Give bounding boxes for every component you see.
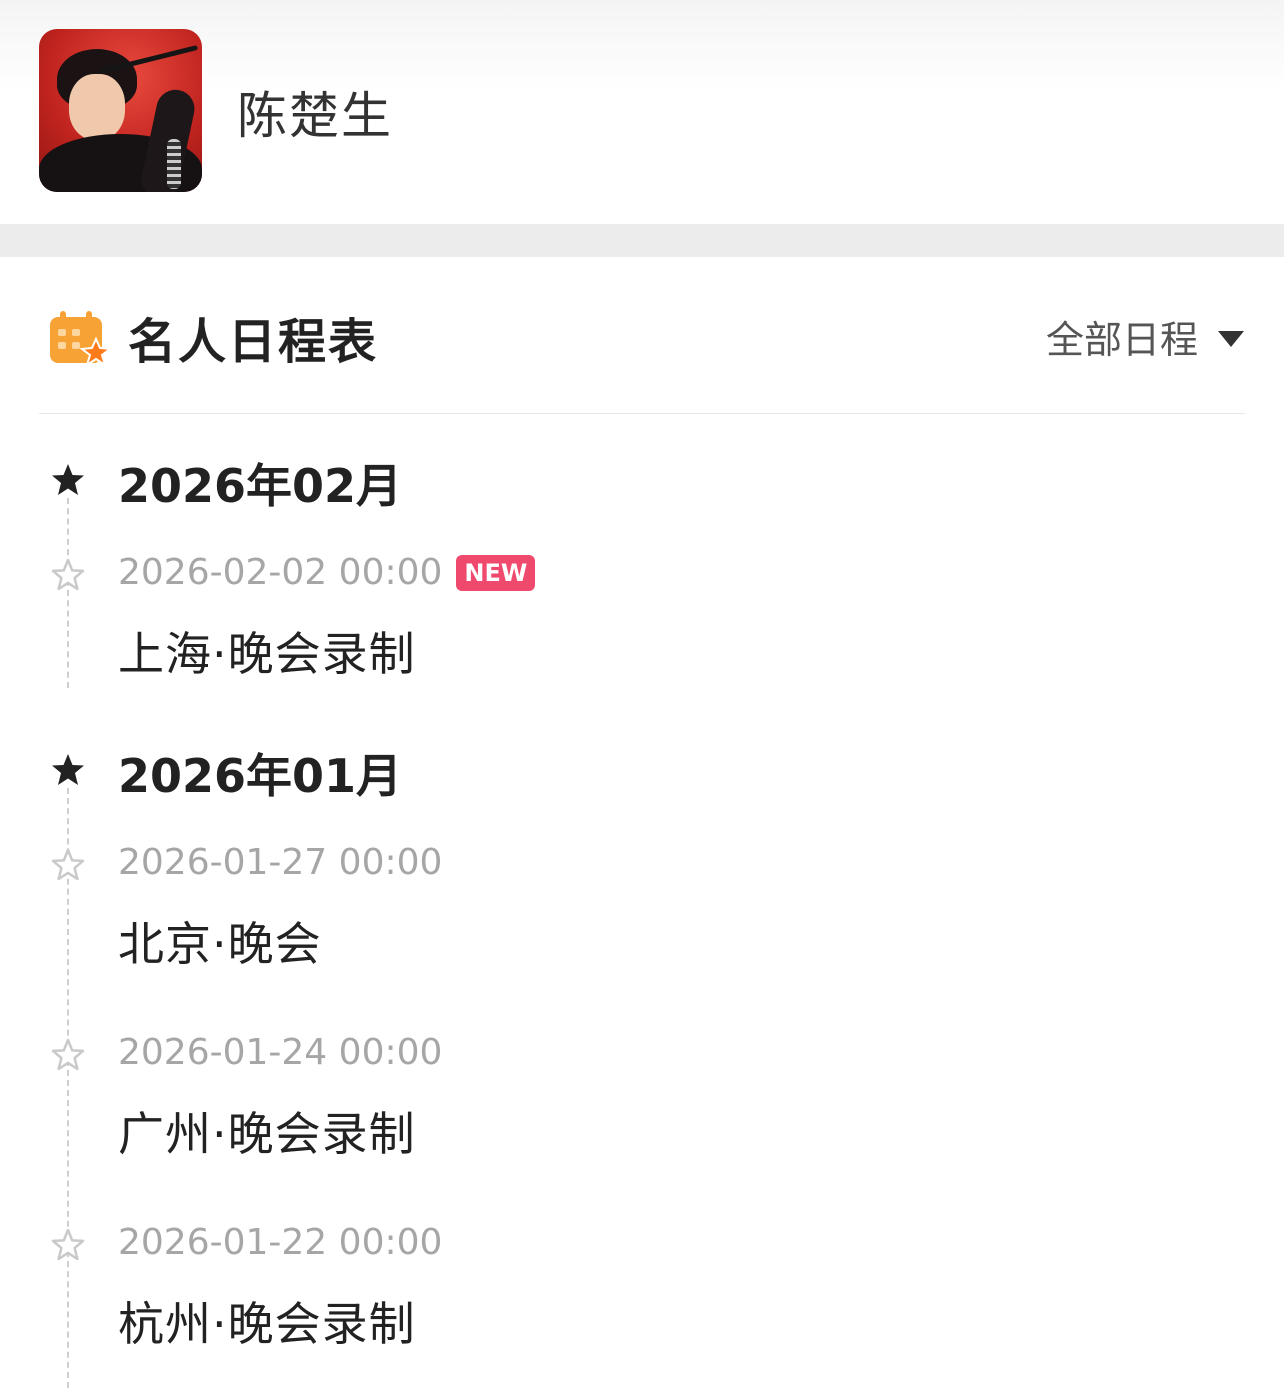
item-date: 2026-01-24 00:00 — [118, 1032, 443, 1073]
month-label: 2026年01月 — [118, 749, 403, 803]
star-outline-icon — [51, 848, 85, 881]
item-date: 2026-01-22 00:00 — [118, 1222, 443, 1263]
new-badge: NEW — [456, 554, 536, 591]
item-title: 上海·晚会录制 — [118, 627, 416, 681]
profile-header: 陈楚生 — [0, 0, 1284, 224]
item-title: 杭州·晚会录制 — [118, 1297, 416, 1351]
item-date: 2026-01-27 00:00 — [118, 842, 443, 883]
star-outline-icon — [51, 1228, 85, 1261]
schedule-header: 名人日程表 全部日程 — [0, 257, 1284, 414]
month-star-icon — [52, 754, 84, 785]
star-outline-icon — [51, 1038, 85, 1071]
month-star-icon — [52, 464, 84, 495]
schedule-filter-dropdown[interactable]: 全部日程 — [1046, 309, 1244, 364]
calendar-star-icon — [50, 311, 110, 367]
item-title: 北京·晚会 — [118, 917, 322, 971]
month-label: 2026年02月 — [118, 459, 403, 513]
avatar[interactable] — [39, 29, 202, 192]
caret-down-icon — [1218, 330, 1244, 347]
item-title: 广州·晚会录制 — [118, 1107, 416, 1161]
filter-label: 全部日程 — [1045, 318, 1198, 362]
schedule-timeline: 2026年02月 2026-02-02 00:00 NEW 上海·晚会录制 20… — [0, 414, 1284, 1395]
item-date: 2026-02-02 00:00 NEW — [118, 552, 536, 593]
star-outline-icon — [51, 558, 85, 591]
profile-name[interactable]: 陈楚生 — [237, 76, 393, 148]
schedule-title: 名人日程表 — [128, 314, 379, 370]
section-separator — [0, 224, 1284, 257]
